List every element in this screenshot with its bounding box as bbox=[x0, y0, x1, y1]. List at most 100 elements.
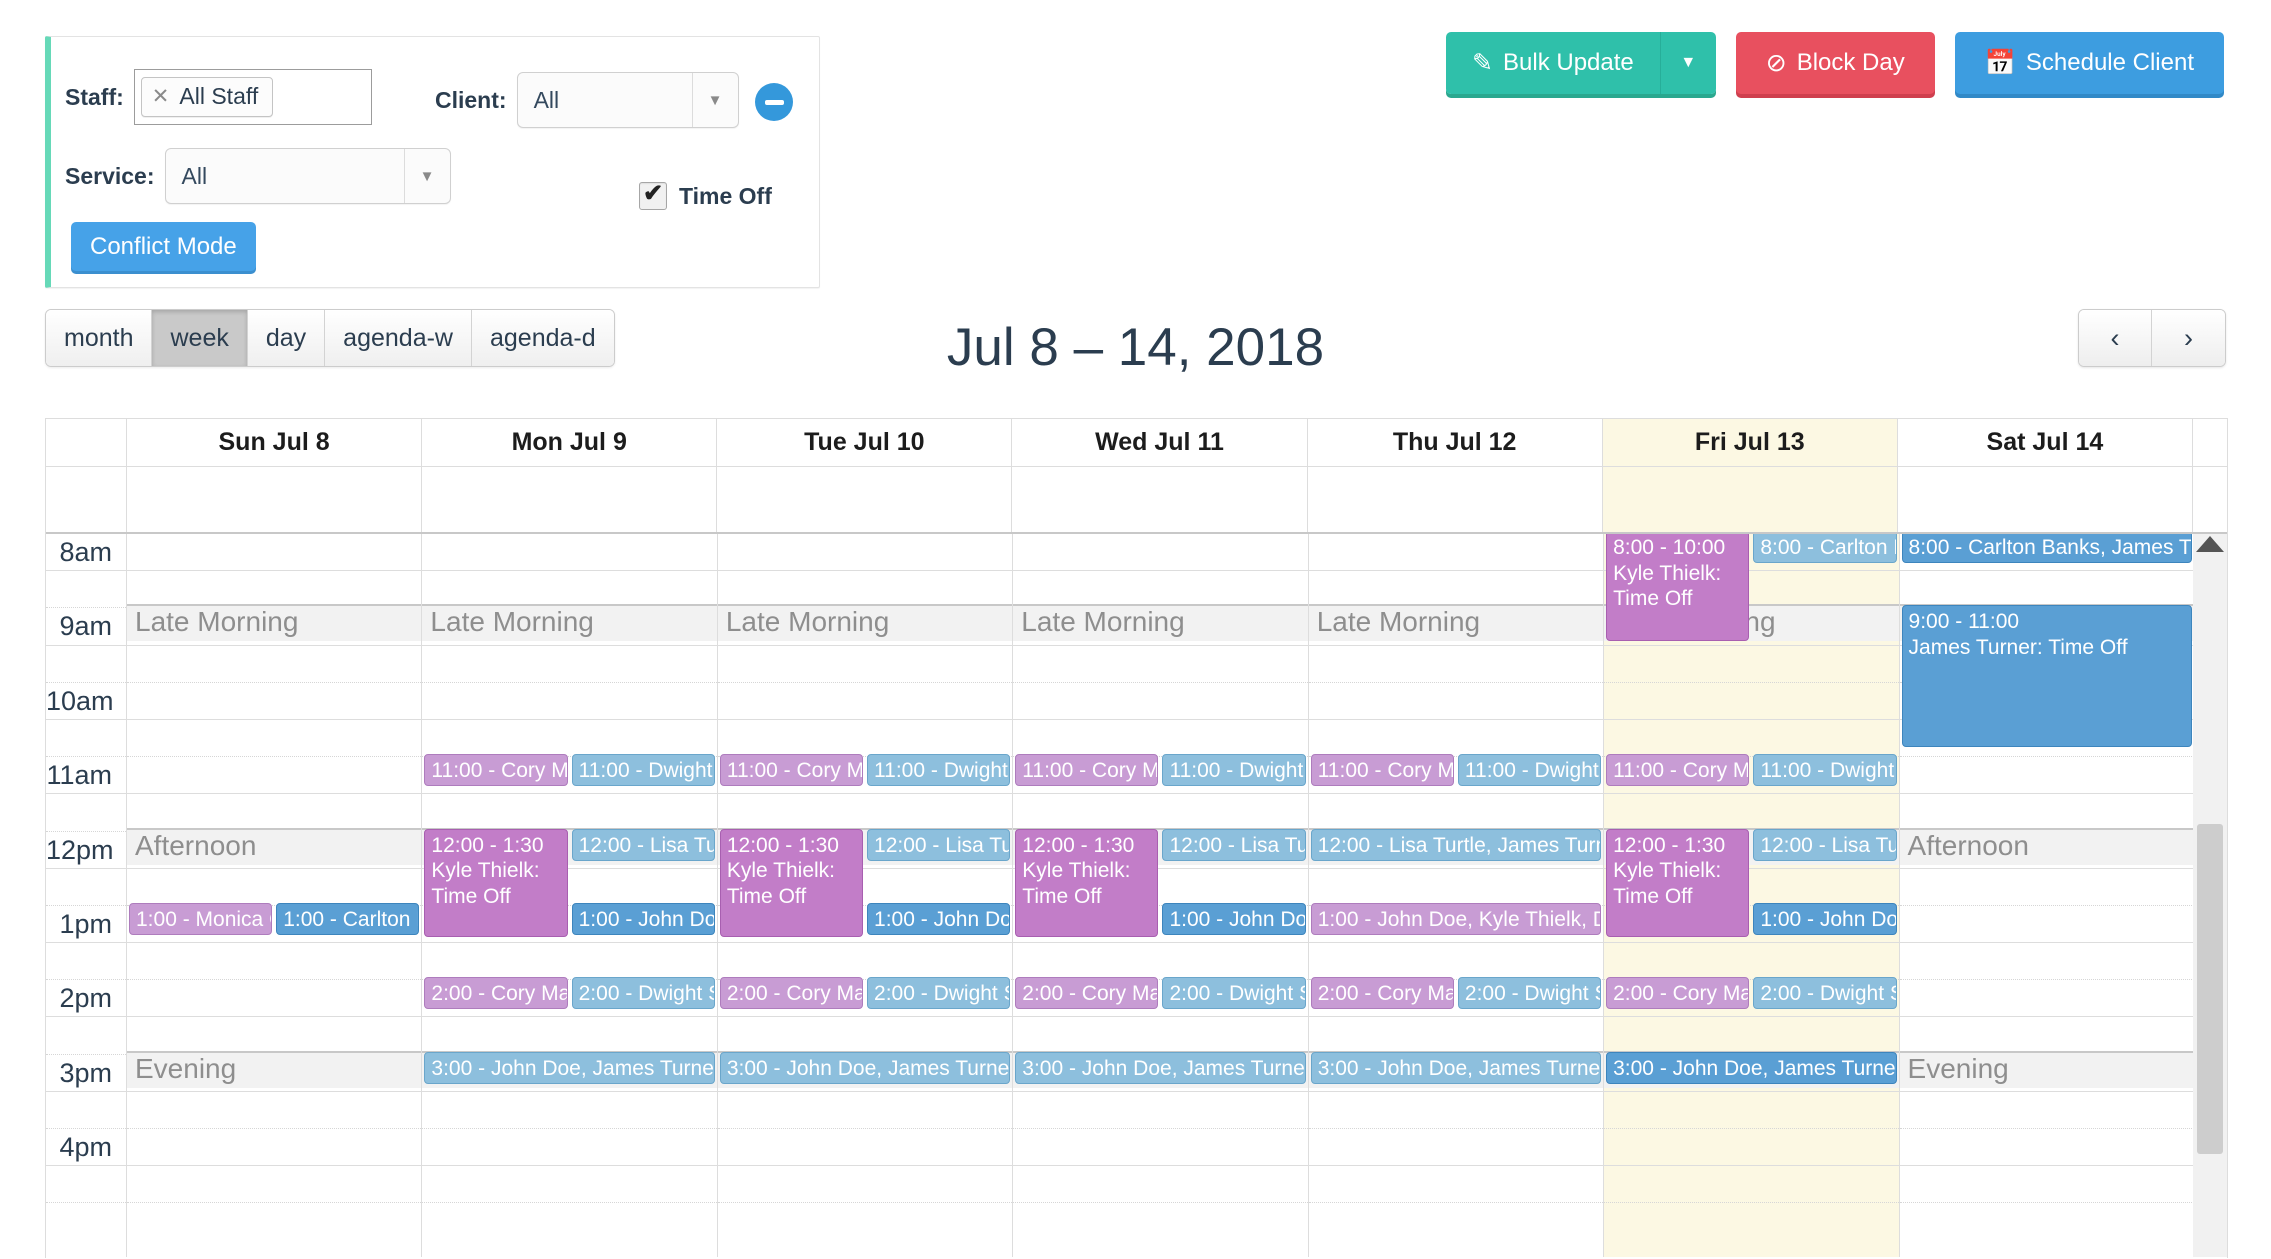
time-slot[interactable] bbox=[127, 720, 422, 758]
time-slot[interactable] bbox=[422, 608, 717, 646]
time-slot[interactable] bbox=[1604, 794, 1899, 832]
time-slot[interactable] bbox=[1013, 646, 1308, 683]
time-slot[interactable] bbox=[422, 1092, 717, 1129]
calendar-event[interactable]: 1:00 - Carlton B bbox=[276, 903, 420, 935]
time-slot[interactable] bbox=[1308, 646, 1604, 683]
calendar-event[interactable]: 2:00 - Cory Matt bbox=[1310, 977, 1454, 1010]
all-day-cell[interactable] bbox=[1898, 467, 2193, 532]
calendar-event[interactable]: 3:00 - John Doe, James Turner, D bbox=[1606, 1051, 1897, 1084]
time-slot[interactable] bbox=[1899, 869, 2194, 906]
time-slot[interactable] bbox=[1604, 1092, 1899, 1129]
chevron-down-icon[interactable]: ▼ bbox=[403, 149, 450, 203]
calendar-event[interactable]: 12:00 - 1:30 Kyle Thielk: Time Off bbox=[424, 828, 568, 937]
time-slot[interactable] bbox=[1899, 1055, 2194, 1092]
time-slot[interactable] bbox=[1013, 534, 1308, 572]
calendar-event[interactable]: 11:00 - Dwight S bbox=[1162, 754, 1306, 787]
remove-tag-icon[interactable]: ✕ bbox=[152, 86, 170, 107]
time-slot[interactable] bbox=[422, 571, 717, 609]
calendar-event[interactable]: 12:00 - 1:30 Kyle Thielk: Time Off bbox=[719, 828, 864, 937]
time-slot[interactable] bbox=[717, 1129, 1013, 1167]
day-column-thu[interactable]: Late MorningAfternoonEvening11:00 - Cory… bbox=[1308, 534, 1605, 1257]
bulk-update-button[interactable]: ✎ Bulk Update bbox=[1446, 32, 1660, 94]
time-slot[interactable] bbox=[1899, 1092, 2194, 1129]
time-slot[interactable] bbox=[1604, 683, 1899, 720]
calendar-event[interactable]: 11:00 - Dwight S bbox=[571, 754, 715, 787]
time-slot[interactable] bbox=[717, 1166, 1013, 1204]
time-slot[interactable] bbox=[1899, 943, 2194, 981]
minus-circle-icon[interactable] bbox=[755, 83, 793, 121]
calendar-event[interactable]: 2:00 - Dwight Sc bbox=[1457, 977, 1602, 1010]
calendar-event[interactable]: 11:00 - Cory Ma bbox=[424, 754, 568, 787]
day-header-thu[interactable]: Thu Jul 12 bbox=[1308, 419, 1603, 466]
time-slot[interactable] bbox=[422, 683, 717, 720]
time-slot[interactable] bbox=[1899, 794, 2194, 832]
all-day-cell[interactable] bbox=[422, 467, 718, 532]
time-slot[interactable] bbox=[127, 794, 422, 832]
time-slot[interactable] bbox=[422, 943, 717, 981]
time-slot[interactable] bbox=[1308, 608, 1604, 646]
time-slot[interactable] bbox=[717, 720, 1013, 758]
time-slot[interactable] bbox=[1308, 1129, 1604, 1167]
all-day-cell[interactable] bbox=[1308, 467, 1603, 532]
time-slot[interactable] bbox=[1013, 608, 1308, 646]
calendar-event[interactable]: 11:00 - Cory Ma bbox=[1310, 754, 1454, 787]
time-slot[interactable] bbox=[1899, 1166, 2194, 1204]
calendar-event[interactable]: 12:00 - 1:30 Kyle Thielk: Time Off bbox=[1015, 828, 1159, 937]
time-slot[interactable] bbox=[1013, 683, 1308, 720]
time-slot[interactable] bbox=[1308, 571, 1604, 609]
calendar-event[interactable]: 12:00 - Lisa Turt bbox=[571, 828, 715, 861]
timeoff-checkbox[interactable] bbox=[639, 179, 667, 210]
staff-tag[interactable]: ✕ All Staff bbox=[140, 77, 274, 117]
day-column-wed[interactable]: Late MorningAfternoonEvening11:00 - Cory… bbox=[1013, 534, 1309, 1257]
time-slot[interactable] bbox=[127, 1055, 422, 1092]
time-slot[interactable] bbox=[1899, 1017, 2194, 1055]
time-slot[interactable] bbox=[1604, 720, 1899, 758]
calendar-event[interactable]: 11:00 - Dwight S bbox=[867, 754, 1011, 787]
time-slot[interactable] bbox=[127, 869, 422, 906]
calendar-event[interactable]: 2:00 - Dwight Sc bbox=[1753, 977, 1897, 1010]
calendar-event[interactable]: 2:00 - Dwight Sc bbox=[1162, 977, 1306, 1010]
calendar-event[interactable]: 2:00 - Cory Matt bbox=[424, 977, 568, 1010]
time-slot[interactable] bbox=[127, 571, 422, 609]
time-slot[interactable] bbox=[127, 1017, 422, 1055]
time-slot[interactable] bbox=[1013, 1166, 1308, 1204]
time-slot[interactable] bbox=[422, 794, 717, 832]
time-slot[interactable] bbox=[1308, 794, 1604, 832]
day-column-tue[interactable]: Late MorningAfternoonEvening11:00 - Cory… bbox=[717, 534, 1014, 1257]
calendar-event[interactable]: 1:00 - John Doe, bbox=[1753, 903, 1897, 935]
staff-input[interactable]: ✕ All Staff bbox=[133, 69, 372, 125]
time-slot[interactable] bbox=[127, 943, 422, 981]
time-slot[interactable] bbox=[422, 1166, 717, 1204]
time-slot[interactable] bbox=[127, 1129, 422, 1167]
time-slot[interactable] bbox=[1308, 1092, 1604, 1129]
time-slot[interactable] bbox=[1013, 720, 1308, 758]
calendar-event[interactable]: 11:00 - Dwight S bbox=[1753, 754, 1897, 787]
all-day-cell[interactable] bbox=[717, 467, 1013, 532]
block-day-button[interactable]: ⊘ Block Day bbox=[1735, 32, 1935, 94]
time-slot[interactable] bbox=[1308, 534, 1604, 572]
conflict-mode-button[interactable]: Conflict Mode bbox=[71, 222, 256, 271]
time-slot[interactable] bbox=[422, 534, 717, 572]
calendar-event[interactable]: 11:00 - Cory Ma bbox=[719, 754, 864, 787]
time-slot[interactable] bbox=[1308, 869, 1604, 906]
day-header-tue[interactable]: Tue Jul 10 bbox=[717, 419, 1013, 466]
calendar-event[interactable]: 11:00 - Cory Ma bbox=[1606, 754, 1750, 787]
calendar-event[interactable]: 12:00 - Lisa Turt bbox=[867, 828, 1011, 861]
time-slot[interactable] bbox=[1899, 906, 2194, 944]
time-slot[interactable] bbox=[127, 980, 422, 1018]
time-slot[interactable] bbox=[1308, 1166, 1604, 1204]
time-slot[interactable] bbox=[127, 832, 422, 869]
time-slot[interactable] bbox=[717, 1017, 1013, 1055]
time-slot[interactable] bbox=[127, 683, 422, 720]
schedule-client-button[interactable]: 📅 Schedule Client bbox=[1954, 32, 2224, 94]
time-slot[interactable] bbox=[422, 646, 717, 683]
time-slot[interactable] bbox=[1013, 1017, 1308, 1055]
scrollbar-thumb[interactable] bbox=[2197, 824, 2223, 1154]
time-slot[interactable] bbox=[1604, 1166, 1899, 1204]
time-slot[interactable] bbox=[717, 608, 1013, 646]
next-week-button[interactable]: › bbox=[2152, 310, 2225, 366]
day-header-sat[interactable]: Sat Jul 14 bbox=[1898, 419, 2193, 466]
time-slot[interactable] bbox=[717, 571, 1013, 609]
all-day-cell[interactable] bbox=[127, 467, 423, 532]
calendar-event[interactable]: 8:00 - Carlton Banks, James Turn bbox=[1901, 534, 2192, 563]
